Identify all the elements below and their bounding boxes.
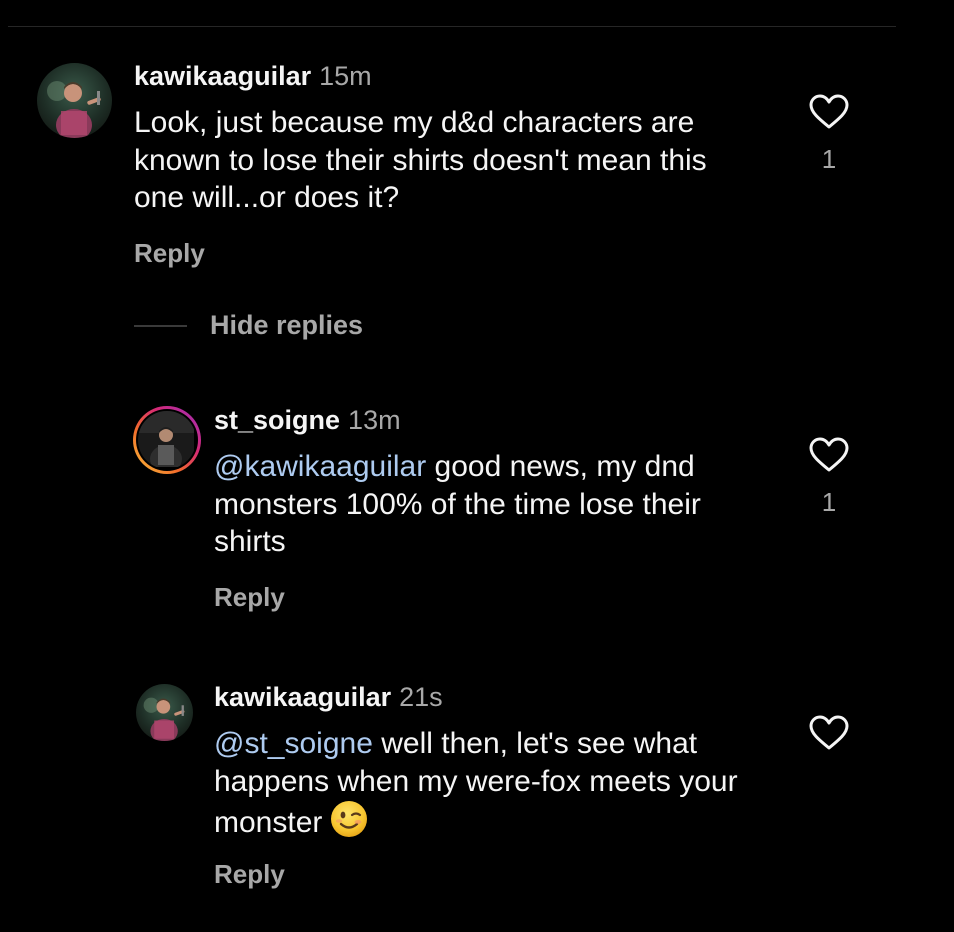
avatar[interactable] [136,684,193,741]
avatar [138,411,196,469]
comment-text: Look, just because my d&d characters are… [134,106,707,214]
reply-text: @kawikaaguilar good news, my dnd monster… [214,448,774,561]
top-divider [8,26,896,27]
avatar[interactable] [37,63,112,138]
reply-button[interactable]: Reply [214,859,285,890]
timestamp: 21s [399,682,443,712]
comment-header: kawikaaguilar 15m [134,61,372,91]
reply-button[interactable]: Reply [214,582,285,613]
username[interactable]: kawikaaguilar [134,61,311,91]
hide-replies-label: Hide replies [210,310,364,340]
mention-link[interactable]: @kawikaaguilar [214,450,426,483]
heart-outline-icon [809,715,849,750]
heart-outline-icon [809,437,849,472]
like-count: 1 [821,144,837,174]
hide-replies-line [134,324,187,327]
timestamp: 15m [319,61,372,91]
username[interactable]: st_soigne [214,405,340,435]
avatar-story-ring[interactable] [133,406,201,474]
reply-header: st_soigne 13m [214,405,401,435]
like-count: 1 [821,487,837,517]
mention-link[interactable]: @st_soigne [214,727,373,760]
reply-text: @st_soigne well then, let's see what hap… [214,725,754,848]
reply-header: kawikaaguilar 21s [214,682,443,712]
reply-button[interactable]: Reply [134,238,205,269]
like-button[interactable]: 1 [807,437,851,518]
heart-outline-icon [809,94,849,129]
timestamp: 13m [348,405,401,435]
like-button[interactable]: 1 [807,94,851,175]
like-button[interactable] [807,715,851,751]
username[interactable]: kawikaaguilar [214,682,391,712]
winking-face-emoji [330,800,368,848]
hide-replies-button[interactable]: Hide replies [134,310,363,341]
